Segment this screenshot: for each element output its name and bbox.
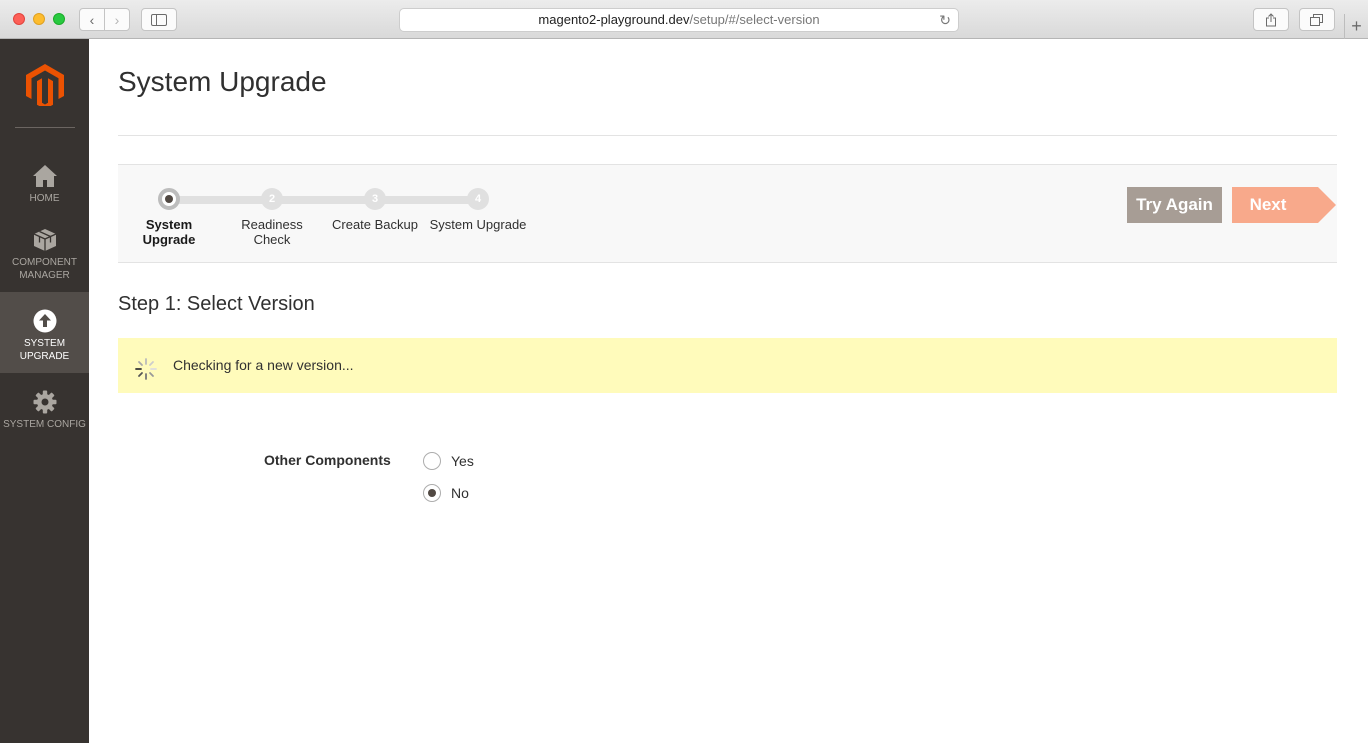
- sidebar-item-label: HOME: [29, 193, 60, 204]
- yes-option-label[interactable]: Yes: [451, 453, 474, 469]
- forward-icon: ›: [114, 11, 120, 28]
- progress-panel: 2 3 4 System Upgrade Readiness Check Cre…: [118, 164, 1337, 263]
- step-label-system-upgrade-final: System Upgrade: [429, 217, 527, 232]
- sidebar-item-label: COMPONENT MANAGER: [12, 257, 77, 281]
- step-dot-4: 4: [467, 188, 489, 210]
- close-window-button[interactable]: [13, 13, 25, 25]
- gear-icon: [33, 390, 56, 414]
- sidebar-item-label: SYSTEM CONFIG: [3, 419, 86, 430]
- magento-logo-icon: [26, 64, 64, 106]
- browser-toolbar: ‹ › magento2-playground.dev/setup/#/sele…: [0, 0, 1368, 39]
- other-components-label: Other Components: [264, 452, 391, 468]
- minimize-window-button[interactable]: [33, 13, 45, 25]
- upload-arrow-icon: [33, 309, 56, 333]
- spinner-icon: [135, 358, 157, 380]
- other-components-no-radio[interactable]: [423, 484, 441, 502]
- back-button[interactable]: ‹: [79, 8, 105, 31]
- forward-button[interactable]: ›: [104, 8, 130, 31]
- step-label-create-backup: Create Backup: [332, 217, 418, 232]
- sidebar-item-system-upgrade[interactable]: SYSTEM UPGRADE: [0, 292, 89, 373]
- sidebar-icon: [151, 13, 167, 26]
- try-again-button[interactable]: Try Again: [1127, 187, 1222, 223]
- page-title: System Upgrade: [118, 66, 327, 97]
- maximize-window-button[interactable]: [53, 13, 65, 25]
- admin-sidebar: HOME COMPONENT MANAGER SYSTEM UPGRADE SY…: [0, 39, 89, 743]
- logo-divider: [15, 127, 75, 128]
- url-host: magento2-playground.dev: [538, 12, 690, 27]
- share-icon: [1266, 12, 1276, 26]
- other-components-yes-radio[interactable]: [423, 452, 441, 470]
- sidebar-item-label: SYSTEM UPGRADE: [19, 338, 70, 362]
- step-heading: Step 1: Select Version: [118, 293, 315, 315]
- cubes-icon: [33, 229, 56, 251]
- title-divider: [118, 135, 1337, 136]
- notice-text: Checking for a new version...: [173, 357, 354, 373]
- checking-notice: Checking for a new version...: [118, 338, 1337, 393]
- url-path: /setup/#/select-version: [689, 12, 820, 27]
- step-dot-2: 2: [261, 188, 283, 210]
- sidebar-item-component-manager[interactable]: COMPONENT MANAGER: [0, 211, 89, 292]
- sidebar-toggle-button[interactable]: [141, 8, 177, 31]
- tabs-icon: [1310, 13, 1323, 26]
- step-label-readiness-check: Readiness Check: [241, 217, 303, 247]
- home-icon: [32, 165, 57, 187]
- progress-track: [170, 196, 480, 204]
- step-dot-1: [158, 188, 180, 210]
- show-tabs-button[interactable]: [1299, 8, 1335, 31]
- reload-icon[interactable]: ↻: [939, 9, 951, 31]
- step-dot-3: 3: [364, 188, 386, 210]
- new-tab-button[interactable]: +: [1344, 14, 1368, 39]
- plus-icon: +: [1351, 16, 1362, 36]
- address-bar[interactable]: magento2-playground.dev/setup/#/select-v…: [399, 8, 959, 32]
- share-button[interactable]: [1253, 8, 1289, 31]
- sidebar-item-system-config[interactable]: SYSTEM CONFIG: [0, 373, 89, 454]
- no-option-label[interactable]: No: [451, 485, 469, 501]
- back-icon: ‹: [89, 11, 95, 28]
- step-label-system-upgrade: System Upgrade: [142, 217, 196, 247]
- next-button[interactable]: Next: [1232, 187, 1336, 223]
